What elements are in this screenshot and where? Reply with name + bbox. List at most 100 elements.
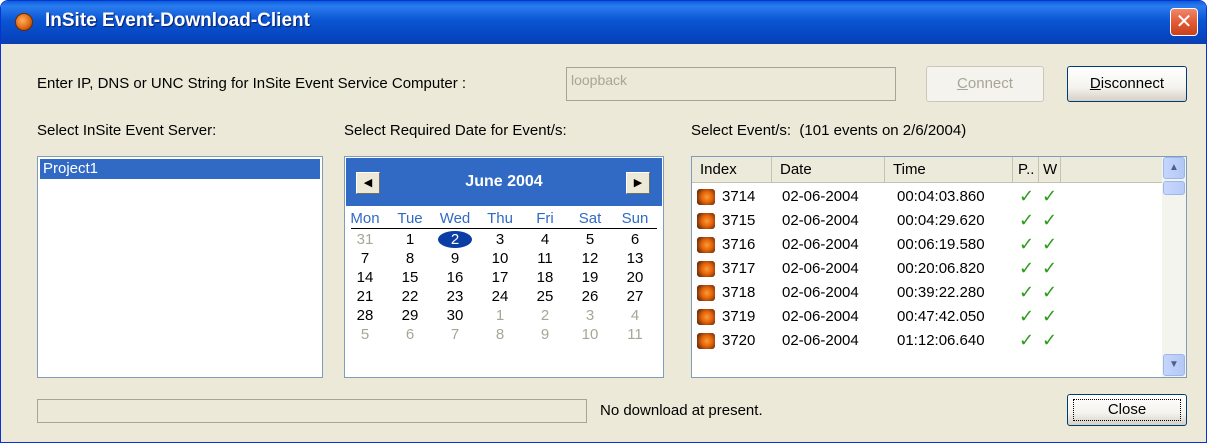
weekday-header-row: Mon Tue Wed Thu Fri Sat Sun bbox=[345, 209, 663, 228]
calendar-day[interactable]: 8 bbox=[390, 249, 430, 268]
calendar-day[interactable]: 3 bbox=[480, 230, 520, 249]
calendar-day[interactable]: 19 bbox=[570, 268, 610, 287]
event-icon bbox=[697, 285, 715, 301]
calendar-day[interactable]: 25 bbox=[525, 287, 565, 306]
calendar-week: 7 8 9 10 11 12 13 bbox=[345, 249, 663, 268]
check-icon: ✓ bbox=[1042, 210, 1058, 231]
calendar-day[interactable]: 31 bbox=[345, 230, 385, 249]
event-icon bbox=[697, 261, 715, 277]
calendar-day[interactable]: 27 bbox=[615, 287, 655, 306]
calendar-day-selected[interactable]: 2 bbox=[435, 230, 475, 249]
calendar-day[interactable]: 18 bbox=[525, 268, 565, 287]
calendar-day[interactable]: 15 bbox=[390, 268, 430, 287]
calendar-day[interactable]: 7 bbox=[435, 325, 475, 344]
event-row[interactable]: 3718 02-06-2004 00:39:22.280 ✓ ✓ bbox=[692, 281, 1162, 305]
calendar-day[interactable]: 4 bbox=[525, 230, 565, 249]
calendar-day[interactable]: 26 bbox=[570, 287, 610, 306]
event-icon bbox=[697, 189, 715, 205]
calendar-day[interactable]: 12 bbox=[570, 249, 610, 268]
check-icon: ✓ bbox=[1042, 186, 1058, 207]
calendar-day[interactable]: 4 bbox=[615, 306, 655, 325]
event-row[interactable]: 3717 02-06-2004 00:20:06.820 ✓ ✓ bbox=[692, 257, 1162, 281]
calendar-week: 31 1 2 3 4 5 6 bbox=[345, 230, 663, 249]
server-list-item[interactable]: Project1 bbox=[40, 159, 320, 179]
disconnect-mnemonic: D bbox=[1089, 75, 1101, 92]
calendar-day[interactable]: 11 bbox=[615, 325, 655, 344]
calendar-day[interactable]: 16 bbox=[435, 268, 475, 287]
calendar-day[interactable]: 24 bbox=[480, 287, 520, 306]
calendar-day[interactable]: 9 bbox=[525, 325, 565, 344]
calendar-week: 14 15 16 17 18 19 20 bbox=[345, 268, 663, 287]
column-header-time[interactable]: Time bbox=[885, 157, 1013, 183]
check-icon: ✓ bbox=[1042, 330, 1058, 351]
host-input[interactable]: loopback bbox=[566, 67, 896, 101]
connect-button[interactable]: Connect bbox=[926, 66, 1044, 102]
weekday-label: Tue bbox=[397, 210, 423, 227]
calendar-day[interactable]: 20 bbox=[615, 268, 655, 287]
event-row[interactable]: 3715 02-06-2004 00:04:29.620 ✓ ✓ bbox=[692, 209, 1162, 233]
column-header-p[interactable]: P.. bbox=[1013, 157, 1039, 183]
prev-month-button[interactable]: ◀ bbox=[356, 172, 380, 194]
event-list[interactable]: Index Date Time P.. W 3714 02-06-2004 00… bbox=[691, 156, 1187, 378]
calendar-day[interactable]: 13 bbox=[615, 249, 655, 268]
calendar-day[interactable]: 21 bbox=[345, 287, 385, 306]
calendar-day[interactable]: 5 bbox=[570, 230, 610, 249]
disconnect-button[interactable]: Disconnect bbox=[1067, 66, 1187, 102]
check-icon: ✓ bbox=[1042, 258, 1058, 279]
month-calendar[interactable]: June 2004 ◀ ▶ Mon Tue Wed Thu Fri Sat Su… bbox=[344, 156, 664, 378]
calendar-day[interactable]: 6 bbox=[390, 325, 430, 344]
close-button-label: Close bbox=[1073, 399, 1181, 421]
calendar-week: 28 29 30 1 2 3 4 bbox=[345, 306, 663, 325]
calendar-day[interactable]: 5 bbox=[345, 325, 385, 344]
calendar-day[interactable]: 1 bbox=[480, 306, 520, 325]
next-month-button[interactable]: ▶ bbox=[626, 172, 650, 194]
calendar-day[interactable]: 14 bbox=[345, 268, 385, 287]
title-bar[interactable]: InSite Event-Download-Client ✕ bbox=[1, 1, 1206, 44]
calendar-day[interactable]: 17 bbox=[480, 268, 520, 287]
event-icon bbox=[697, 213, 715, 229]
event-row[interactable]: 3720 02-06-2004 01:12:06.640 ✓ ✓ bbox=[692, 329, 1162, 353]
event-time: 00:20:06.820 bbox=[897, 260, 985, 277]
scroll-up-icon[interactable]: ▲ bbox=[1163, 157, 1185, 179]
calendar-week: 21 22 23 24 25 26 27 bbox=[345, 287, 663, 306]
calendar-day[interactable]: 8 bbox=[480, 325, 520, 344]
weekday-label: Thu bbox=[487, 210, 513, 227]
calendar-day[interactable]: 11 bbox=[525, 249, 565, 268]
scroll-thumb[interactable] bbox=[1163, 181, 1185, 195]
window-close-button[interactable]: ✕ bbox=[1170, 8, 1198, 36]
app-icon bbox=[15, 13, 33, 31]
calendar-day[interactable]: 3 bbox=[570, 306, 610, 325]
column-header-date[interactable]: Date bbox=[772, 157, 885, 183]
server-label: Select InSite Event Server: bbox=[37, 122, 217, 139]
weekday-label: Sun bbox=[621, 210, 649, 227]
calendar-day[interactable]: 6 bbox=[615, 230, 655, 249]
event-index: 3715 bbox=[722, 212, 756, 229]
calendar-day[interactable]: 23 bbox=[435, 287, 475, 306]
scroll-down-icon[interactable]: ▼ bbox=[1163, 354, 1185, 376]
calendar-day[interactable]: 22 bbox=[390, 287, 430, 306]
calendar-day[interactable]: 10 bbox=[570, 325, 610, 344]
calendar-day[interactable]: 10 bbox=[480, 249, 520, 268]
calendar-day[interactable]: 1 bbox=[390, 230, 430, 249]
server-list[interactable]: Project1 bbox=[37, 156, 323, 378]
column-header-w[interactable]: W bbox=[1039, 157, 1061, 183]
event-date: 02-06-2004 bbox=[782, 332, 859, 349]
event-row[interactable]: 3716 02-06-2004 00:06:19.580 ✓ ✓ bbox=[692, 233, 1162, 257]
calendar-day[interactable]: 30 bbox=[435, 306, 475, 325]
connection-label: Enter IP, DNS or UNC String for InSite E… bbox=[37, 75, 467, 92]
event-time: 00:04:03.860 bbox=[897, 188, 985, 205]
calendar-day[interactable]: 28 bbox=[345, 306, 385, 325]
calendar-day[interactable]: 2 bbox=[525, 306, 565, 325]
event-list-scrollbar[interactable]: ▲ ▼ bbox=[1162, 157, 1186, 377]
selected-day-marker: 2 bbox=[438, 231, 472, 248]
calendar-day[interactable]: 29 bbox=[390, 306, 430, 325]
event-row[interactable]: 3714 02-06-2004 00:04:03.860 ✓ ✓ bbox=[692, 185, 1162, 209]
event-time: 00:47:42.050 bbox=[897, 308, 985, 325]
close-button[interactable]: Close bbox=[1067, 394, 1187, 426]
calendar-day[interactable]: 9 bbox=[435, 249, 475, 268]
event-row[interactable]: 3719 02-06-2004 00:47:42.050 ✓ ✓ bbox=[692, 305, 1162, 329]
column-header-index[interactable]: Index bbox=[692, 157, 772, 183]
event-date: 02-06-2004 bbox=[782, 284, 859, 301]
calendar-day[interactable]: 7 bbox=[345, 249, 385, 268]
connect-label-rest: onnect bbox=[967, 75, 1013, 92]
